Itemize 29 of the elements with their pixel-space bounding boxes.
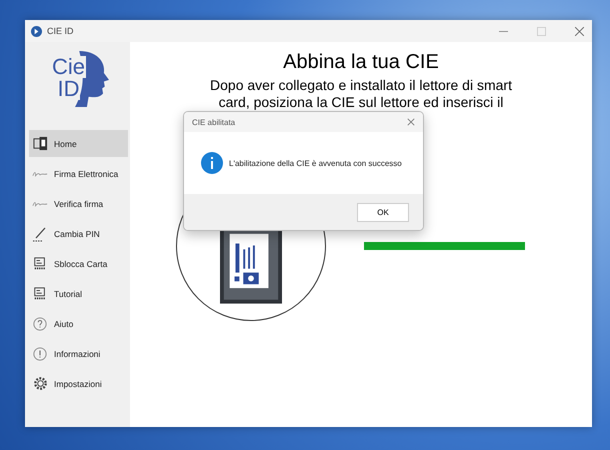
sidebar-item[interactable]: Informazioni: [29, 340, 128, 367]
keypad-icon: [33, 256, 47, 270]
keypad-icon: [33, 286, 47, 300]
help-icon: [33, 316, 47, 330]
settings-icon: [32, 376, 48, 391]
sidebar-item[interactable]: Home: [29, 130, 128, 157]
sidebar-item[interactable]: Sblocca Carta: [29, 250, 128, 277]
info-icon: [201, 152, 223, 174]
close-icon[interactable]: [407, 118, 415, 126]
sidebar-item[interactable]: Firma Elettronica: [29, 160, 128, 187]
close-icon[interactable]: [575, 26, 584, 36]
signature-icon: [32, 170, 48, 178]
sidebar-item[interactable]: Tutorial: [29, 280, 128, 307]
instructions-text: Dopo aver collegato e installato il lettore di smart card, posiziona la CIE sul lettore ed inserisci il: [209, 77, 513, 111]
dialog-title: CIE abilitata: [192, 118, 236, 126]
signature-icon: [32, 200, 48, 208]
card-reader-icon: [32, 136, 48, 151]
window-title: CIE ID: [47, 26, 74, 36]
app-icon: [31, 26, 42, 36]
sidebar-item[interactable]: Cambia PIN: [29, 220, 128, 247]
dialog-message: L'abilitazione della CIE è avvenuta con successo: [229, 158, 402, 168]
info-icon: [33, 346, 47, 360]
logo-text: Cie: [50, 56, 86, 78]
pen-icon: [32, 226, 48, 242]
ok-button[interactable]: OK: [357, 202, 409, 222]
page-title: Abbina la tua CIE: [283, 51, 439, 74]
sidebar-item[interactable]: Verifica firma: [29, 190, 128, 217]
sidebar-item[interactable]: Impostazioni: [29, 370, 128, 397]
sidebar-item[interactable]: Aiuto: [29, 310, 128, 337]
